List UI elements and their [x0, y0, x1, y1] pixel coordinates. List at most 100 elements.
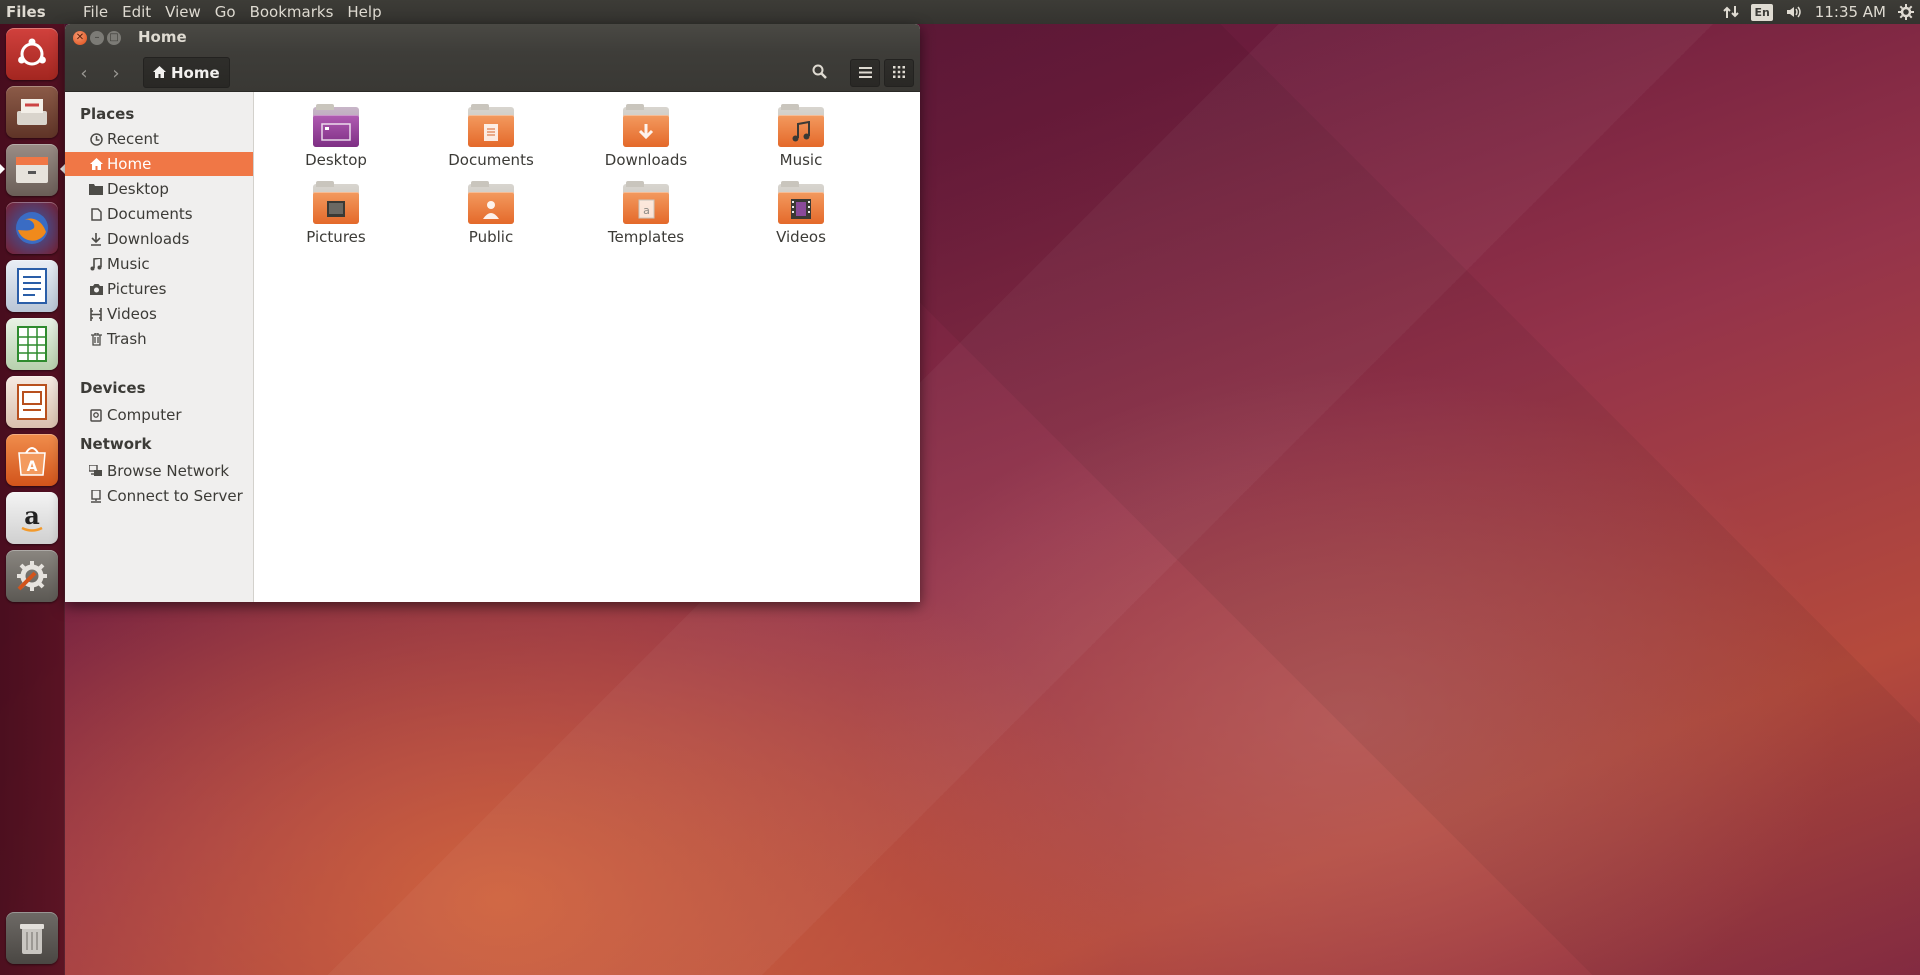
top-panel: Files File Edit View Go Bookmarks Help E… [0, 0, 1920, 24]
menu-help[interactable]: Help [340, 3, 388, 21]
sidebar-item-music[interactable]: Music [65, 252, 253, 276]
list-view-button[interactable] [850, 59, 880, 87]
sidebar-item-videos[interactable]: Videos [65, 302, 253, 326]
window-titlebar[interactable]: ✕ – □ Home [65, 24, 920, 52]
sidebar-item-trash[interactable]: Trash [65, 327, 253, 351]
sidebar-item-desktop[interactable]: Desktop [65, 177, 253, 201]
indicator-area: En 11:35 AM [1723, 0, 1920, 24]
file-item-label: Documents [448, 151, 534, 169]
path-bar-home-label: Home [171, 63, 220, 82]
sidebar-item-label: Pictures [107, 280, 167, 298]
file-item-music[interactable]: Music [736, 104, 866, 169]
search-button[interactable] [804, 59, 834, 87]
menu-bookmarks[interactable]: Bookmarks [243, 3, 341, 21]
minimize-window-button[interactable]: – [90, 31, 104, 45]
home-icon [153, 64, 166, 82]
documents-folder-icon [468, 104, 514, 147]
files-window: ✕ – □ Home ‹ › Home Places Recent Home D… [65, 24, 920, 602]
menu-edit[interactable]: Edit [115, 3, 158, 21]
files-icon[interactable] [6, 144, 58, 196]
sidebar-item-label: Computer [107, 406, 182, 424]
sidebar-item-downloads[interactable]: Downloads [65, 227, 253, 251]
session-gear-icon[interactable] [1898, 4, 1914, 20]
sidebar-item-label: Videos [107, 305, 157, 323]
ubuntu-dash-icon[interactable] [6, 28, 58, 80]
path-bar-home-button[interactable]: Home [143, 57, 230, 88]
places-sidebar: Places Recent Home Desktop Documents Dow… [65, 92, 254, 602]
file-item-downloads[interactable]: Downloads [581, 104, 711, 169]
sidebar-item-home[interactable]: Home [65, 152, 253, 176]
sidebar-item-recent[interactable]: Recent [65, 127, 253, 151]
keyboard-layout-label: En [1751, 3, 1773, 21]
home-icon [88, 158, 104, 170]
music-icon [88, 257, 104, 271]
server-icon [88, 489, 104, 503]
close-window-button[interactable]: ✕ [73, 31, 87, 45]
volume-icon[interactable] [1785, 4, 1803, 20]
trash-icon [88, 332, 104, 346]
sidebar-item-label: Downloads [107, 230, 190, 248]
computer-icon [88, 408, 104, 422]
sidebar-item-label: Browse Network [107, 462, 230, 480]
maximize-window-button[interactable]: □ [107, 31, 121, 45]
public-folder-icon [468, 181, 514, 224]
desktop-folder-icon [313, 104, 359, 147]
file-icon-view[interactable]: Desktop Documents Downloads Music Pictur… [254, 92, 920, 602]
file-item-templates[interactable]: a Templates [581, 181, 711, 246]
list-icon [858, 64, 872, 82]
libreoffice-writer-icon[interactable] [6, 260, 58, 312]
libreoffice-impress-icon[interactable] [6, 376, 58, 428]
sidebar-item-pictures[interactable]: Pictures [65, 277, 253, 301]
back-button[interactable]: ‹ [69, 60, 99, 86]
file-item-label: Public [468, 228, 514, 246]
sidebar-item-browse-network[interactable]: Browse Network [65, 459, 253, 483]
grid-view-button[interactable] [884, 59, 914, 87]
system-installer-icon[interactable] [6, 86, 58, 138]
pictures-folder-icon [313, 181, 359, 224]
camera-icon [88, 283, 104, 295]
places-header: Places [80, 105, 135, 123]
file-item-label: Videos [776, 228, 826, 246]
amazon-icon[interactable]: a [6, 492, 58, 544]
devices-header: Devices [80, 379, 146, 397]
grid-icon [893, 64, 905, 82]
menu-file[interactable]: File [76, 3, 115, 21]
search-icon [812, 64, 827, 83]
forward-button[interactable]: › [101, 60, 131, 86]
file-item-pictures[interactable]: Pictures [271, 181, 401, 246]
file-item-public[interactable]: Public [426, 181, 556, 246]
network-arrows-icon[interactable] [1723, 4, 1740, 20]
folder-icon [88, 183, 104, 195]
sidebar-item-label: Music [107, 255, 150, 273]
keyboard-layout-indicator[interactable]: En [1751, 3, 1773, 21]
firefox-icon[interactable] [6, 202, 58, 254]
libreoffice-calc-icon[interactable] [6, 318, 58, 370]
ubuntu-software-center-icon[interactable]: A [6, 434, 58, 486]
sidebar-item-label: Documents [107, 205, 193, 223]
sidebar-item-label: Trash [107, 330, 147, 348]
network-header: Network [80, 435, 152, 453]
downloads-folder-icon [623, 104, 669, 147]
file-item-label: Downloads [604, 151, 688, 169]
active-app-name: Files [6, 3, 46, 21]
file-item-videos[interactable]: Videos [736, 181, 866, 246]
svg-text:A: A [27, 459, 38, 475]
file-item-label: Pictures [306, 228, 366, 246]
file-item-label: Music [779, 151, 823, 169]
menu-go[interactable]: Go [208, 3, 243, 21]
system-settings-icon[interactable] [6, 550, 58, 602]
trash-icon[interactable] [6, 912, 58, 964]
sidebar-item-documents[interactable]: Documents [65, 202, 253, 226]
sidebar-item-label: Desktop [107, 180, 169, 198]
menu-view[interactable]: View [158, 3, 208, 21]
file-item-desktop[interactable]: Desktop [271, 104, 401, 169]
file-item-documents[interactable]: Documents [426, 104, 556, 169]
music-folder-icon [778, 104, 824, 147]
chevron-left-icon: ‹ [80, 62, 88, 84]
file-item-label: Templates [607, 228, 685, 246]
sidebar-item-label: Home [107, 155, 152, 173]
sidebar-item-computer[interactable]: Computer [65, 403, 253, 427]
clock[interactable]: 11:35 AM [1815, 3, 1886, 21]
videos-folder-icon [778, 181, 824, 224]
sidebar-item-connect-to-server[interactable]: Connect to Server [65, 484, 253, 508]
